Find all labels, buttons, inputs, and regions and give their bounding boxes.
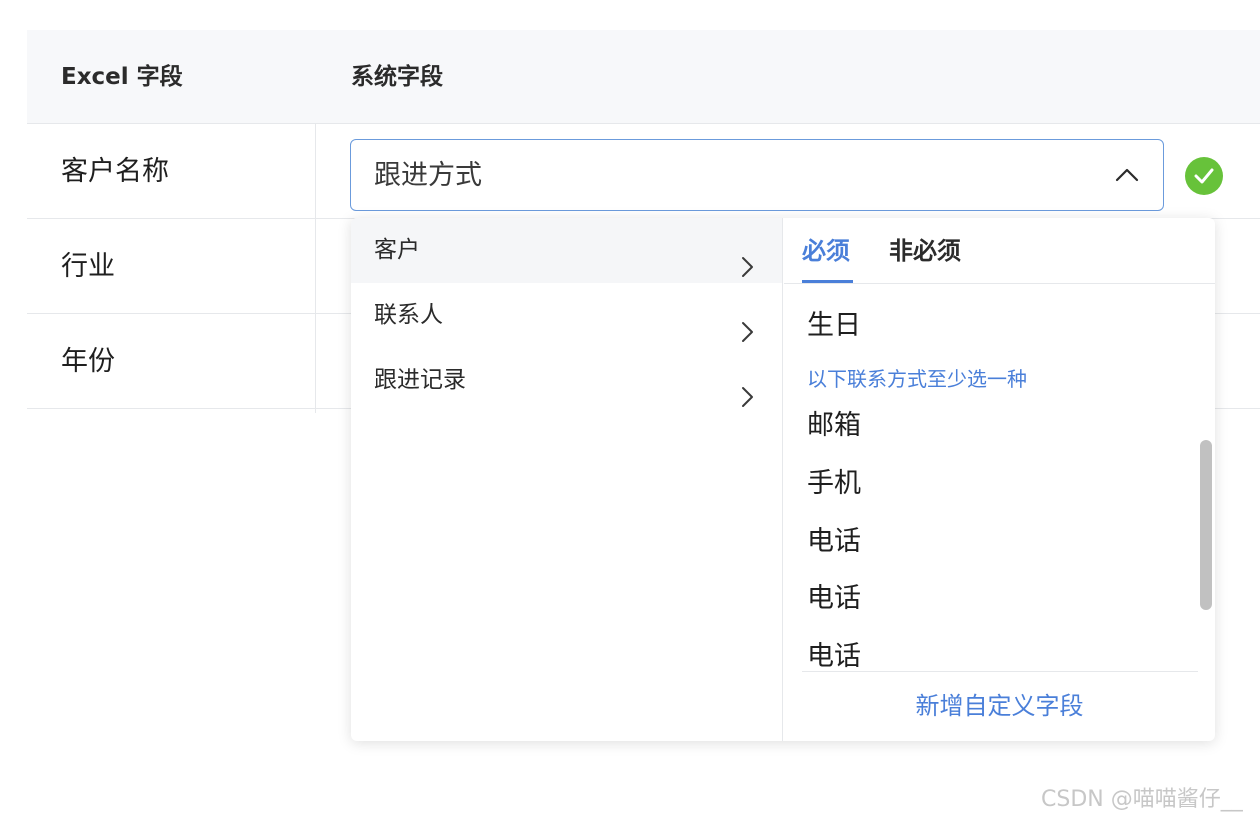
header-system-field: 系统字段 bbox=[351, 64, 443, 90]
scrollbar-thumb[interactable] bbox=[1200, 440, 1212, 610]
cascader-dropdown: 客户 联系人 跟进记录 必须 非必须 生日 以下联系方式至少选一种 邮箱 手机 … bbox=[351, 218, 1215, 741]
tab-required[interactable]: 必须 bbox=[802, 218, 850, 284]
field-item[interactable]: 邮箱 bbox=[807, 403, 861, 442]
category-item-customer[interactable]: 客户 bbox=[351, 218, 782, 283]
field-item[interactable]: 电话 bbox=[807, 634, 861, 671]
field-list: 生日 以下联系方式至少选一种 邮箱 手机 电话 电话 电话 bbox=[784, 285, 1215, 671]
excel-field-cell: 客户名称 bbox=[61, 156, 169, 187]
chevron-right-icon bbox=[740, 369, 754, 407]
header-excel-field: Excel 字段 bbox=[61, 64, 183, 90]
excel-field-cell: 年份 bbox=[61, 346, 115, 377]
import-field-mapping-page: Excel 字段 系统字段 客户名称 行业 年份 跟进方式 客户 联系人 跟进记… bbox=[0, 0, 1260, 818]
category-panel: 客户 联系人 跟进记录 bbox=[351, 218, 783, 741]
check-circle-icon bbox=[1185, 157, 1223, 195]
field-item[interactable]: 电话 bbox=[807, 519, 861, 558]
field-item[interactable]: 电话 bbox=[807, 576, 861, 615]
field-item[interactable]: 生日 bbox=[807, 303, 861, 342]
watermark: CSDN @喵喵酱仔__ bbox=[1041, 787, 1243, 812]
chevron-right-icon bbox=[740, 239, 754, 277]
category-label: 跟进记录 bbox=[374, 367, 466, 393]
tab-optional[interactable]: 非必须 bbox=[889, 218, 961, 284]
add-custom-field-button[interactable]: 新增自定义字段 bbox=[784, 672, 1215, 741]
category-item-contact[interactable]: 联系人 bbox=[351, 283, 782, 348]
field-panel: 必须 非必须 生日 以下联系方式至少选一种 邮箱 手机 电话 电话 电话 新增自… bbox=[784, 218, 1215, 741]
active-tab-indicator bbox=[802, 280, 853, 283]
chevron-right-icon bbox=[740, 304, 754, 342]
field-item[interactable]: 手机 bbox=[807, 461, 861, 500]
field-tabs: 必须 非必须 bbox=[784, 218, 1215, 284]
chevron-up-icon[interactable] bbox=[1115, 166, 1139, 184]
category-item-follow-up[interactable]: 跟进记录 bbox=[351, 348, 782, 413]
category-label: 客户 bbox=[374, 237, 420, 263]
table-header: Excel 字段 系统字段 bbox=[27, 30, 1260, 124]
select-value: 跟进方式 bbox=[374, 160, 482, 191]
contact-hint: 以下联系方式至少选一种 bbox=[807, 367, 1027, 391]
category-label: 联系人 bbox=[374, 302, 443, 328]
system-field-select[interactable]: 跟进方式 bbox=[350, 139, 1164, 211]
excel-field-cell: 行业 bbox=[61, 251, 115, 282]
